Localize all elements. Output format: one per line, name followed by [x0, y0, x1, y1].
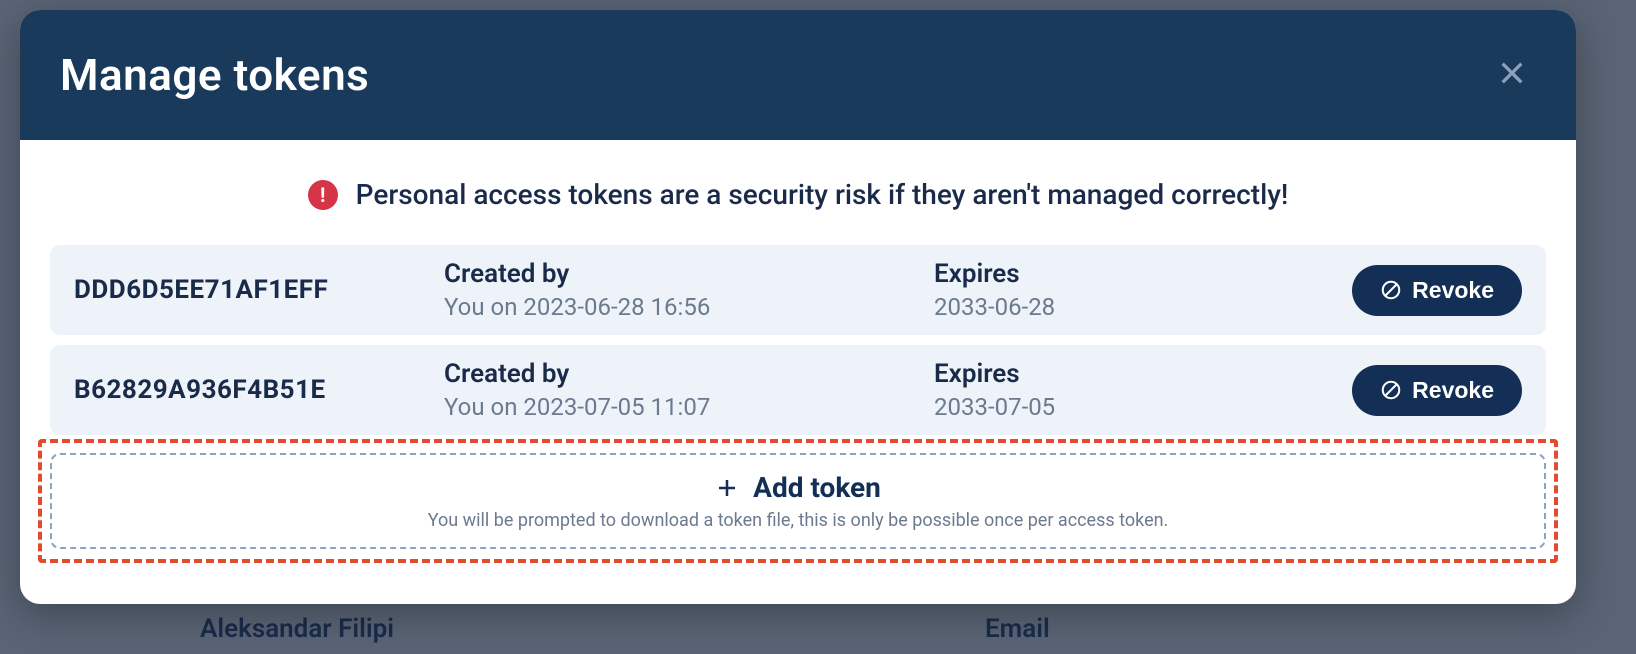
expires-value: 2033-07-05: [934, 393, 1342, 421]
token-expires-col: Expires 2033-06-28: [934, 259, 1342, 321]
expires-value: 2033-06-28: [934, 293, 1342, 321]
background-email-text: Email: [985, 614, 1050, 644]
warning-icon: !: [308, 180, 338, 210]
modal-body: ! Personal access tokens are a security …: [20, 140, 1576, 604]
revoke-icon: [1380, 379, 1402, 401]
token-row: B62829A936F4B51E Created by You on 2023-…: [50, 345, 1546, 435]
add-token-button[interactable]: Add token You will be prompted to downlo…: [50, 453, 1546, 549]
add-token-label: Add token: [753, 471, 881, 504]
modal-header: Manage tokens: [20, 10, 1576, 140]
plus-icon: [715, 476, 739, 500]
warning-banner: ! Personal access tokens are a security …: [50, 170, 1546, 217]
manage-tokens-modal: Manage tokens ! Personal access tokens a…: [20, 10, 1576, 604]
token-row: DDD6D5EE71AF1EFF Created by You on 2023-…: [50, 245, 1546, 335]
background-name-text: Aleksandar Filipi: [200, 614, 394, 644]
revoke-button-label: Revoke: [1412, 277, 1494, 304]
add-token-hint: You will be prompted to download a token…: [428, 510, 1169, 531]
token-expires-col: Expires 2033-07-05: [934, 359, 1342, 421]
revoke-button[interactable]: Revoke: [1352, 265, 1522, 316]
revoke-icon: [1380, 279, 1402, 301]
created-by-value: You on 2023-07-05 11:07: [444, 393, 924, 421]
expires-label: Expires: [934, 359, 1342, 389]
expires-label: Expires: [934, 259, 1342, 289]
revoke-button[interactable]: Revoke: [1352, 365, 1522, 416]
tokens-list: DDD6D5EE71AF1EFF Created by You on 2023-…: [50, 245, 1546, 435]
close-icon: [1496, 57, 1528, 89]
add-token-section: Add token You will be prompted to downlo…: [50, 453, 1546, 549]
created-by-label: Created by: [444, 359, 924, 389]
token-id: B62829A936F4B51E: [74, 375, 434, 405]
modal-title: Manage tokens: [60, 49, 369, 101]
close-button[interactable]: [1488, 49, 1536, 101]
created-by-label: Created by: [444, 259, 924, 289]
token-id: DDD6D5EE71AF1EFF: [74, 275, 434, 305]
token-created-col: Created by You on 2023-07-05 11:07: [444, 359, 924, 421]
add-token-title: Add token: [715, 471, 881, 504]
token-created-col: Created by You on 2023-06-28 16:56: [444, 259, 924, 321]
warning-text: Personal access tokens are a security ri…: [356, 178, 1289, 211]
revoke-button-label: Revoke: [1412, 377, 1494, 404]
created-by-value: You on 2023-06-28 16:56: [444, 293, 924, 321]
